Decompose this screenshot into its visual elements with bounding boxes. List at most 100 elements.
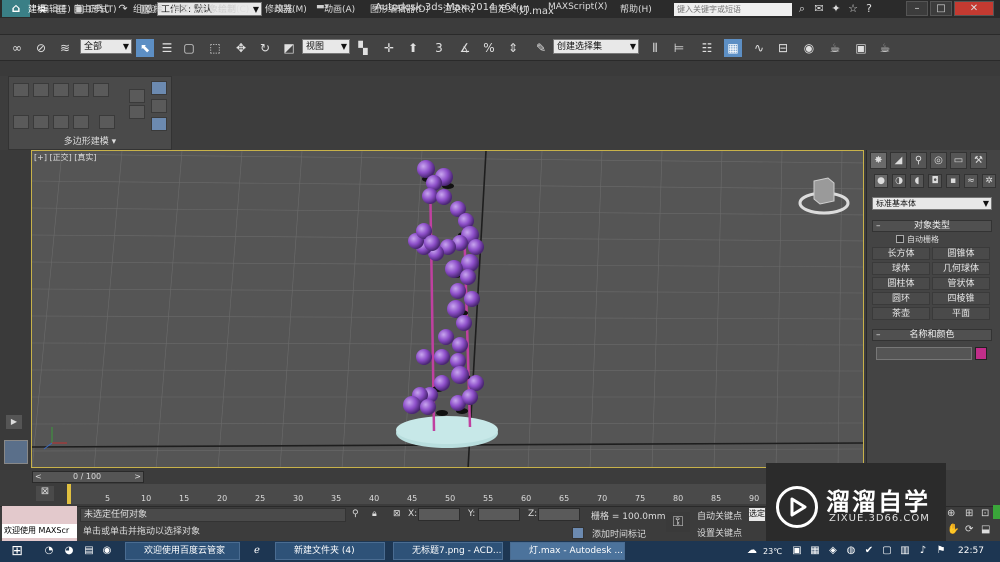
app-logo-icon[interactable]: ⌂ xyxy=(2,0,30,17)
taskbar-item-3dsmax[interactable]: 灯.max - Autodesk ... xyxy=(510,542,625,560)
modify-mode-icon[interactable] xyxy=(129,89,145,103)
tab-populate[interactable]: 填充 xyxy=(275,2,293,15)
tab-create[interactable]: ✸ xyxy=(870,152,887,169)
tube-button[interactable]: 管状体 xyxy=(932,277,990,290)
use-soft-selection-icon[interactable] xyxy=(151,81,167,95)
chrome-icon[interactable]: ◕ xyxy=(62,544,76,558)
menu-views[interactable]: 视图(V) xyxy=(171,2,202,15)
minimize-button[interactable]: – xyxy=(906,1,928,16)
rotate-icon[interactable]: ↻ xyxy=(256,39,274,57)
tab-display[interactable]: ▭ xyxy=(950,152,967,169)
tray-clock[interactable]: 22:57 xyxy=(958,546,984,556)
taskbar-item-folder[interactable]: 新建文件夹 (4) xyxy=(275,542,385,560)
taskbar-item-baidu[interactable]: 欢迎使用百度云管家 xyxy=(125,542,240,560)
z-coordinate-field[interactable] xyxy=(538,508,580,521)
edit-named-sets-icon[interactable]: ✎ xyxy=(532,39,550,57)
perspective-viewport[interactable] xyxy=(31,150,864,468)
tab-hierarchy[interactable]: ⚲ xyxy=(910,152,927,169)
window-crossing-icon[interactable]: ⬚ xyxy=(206,39,224,57)
name-color-rollout[interactable]: – 名称和颜色 xyxy=(872,329,992,341)
element-icon[interactable] xyxy=(99,115,115,129)
search-icon[interactable]: ⌕ xyxy=(795,2,809,16)
maximize-button[interactable]: □ xyxy=(930,1,952,16)
curve-editor-icon[interactable]: ∿ xyxy=(750,39,768,57)
edit-patch-icon[interactable] xyxy=(53,83,69,97)
edit-poly-icon[interactable] xyxy=(13,83,29,97)
angle-snap-icon[interactable]: ∡ xyxy=(456,39,474,57)
schematic-view-icon[interactable]: ⊟ xyxy=(774,39,792,57)
shapes-icon[interactable]: ◑ xyxy=(892,174,906,188)
plane-button[interactable]: 平面 xyxy=(932,307,990,320)
selected-dropdown[interactable]: 选定 xyxy=(749,508,765,521)
close-button[interactable]: ✕ xyxy=(954,1,994,16)
zoom-extents-icon[interactable]: ⊡ xyxy=(981,508,989,519)
border-icon[interactable] xyxy=(53,115,69,129)
add-time-tag[interactable]: 添加时间标记 xyxy=(592,527,646,540)
tab-modify[interactable]: ◢ xyxy=(890,152,907,169)
menu-help[interactable]: 帮助(H) xyxy=(620,2,652,15)
selection-filter-dropdown[interactable]: 全部 ▼ xyxy=(80,39,132,54)
torus-button[interactable]: 圆环 xyxy=(872,292,930,305)
teapot-button[interactable]: 茶壶 xyxy=(872,307,930,320)
named-selection-dropdown[interactable]: 创建选择集 ▼ xyxy=(553,39,639,54)
explorer-icon[interactable]: ▤ xyxy=(82,544,96,558)
menu-rendering[interactable]: 渲染(R) xyxy=(443,2,474,15)
search-input[interactable]: 键入关键字或短语 xyxy=(674,3,792,16)
tab-freeform[interactable]: 自由形式 xyxy=(73,2,109,15)
spacewarps-icon[interactable]: ≈ xyxy=(964,174,978,188)
tray-icon-3[interactable]: ◈ xyxy=(826,544,840,558)
show-end-result-icon[interactable] xyxy=(129,105,145,119)
slider-next-icon[interactable]: > xyxy=(134,472,141,482)
play-script-icon[interactable]: ▶ xyxy=(6,415,22,429)
align-icon[interactable]: ⊨ xyxy=(670,39,688,57)
move-icon[interactable]: ✥ xyxy=(232,39,250,57)
zoom-icon[interactable]: ⊕ xyxy=(947,508,955,519)
redo-icon[interactable]: ↷ xyxy=(116,2,130,16)
orbit-icon[interactable]: ⟳ xyxy=(965,524,973,535)
maxscript-mini-listener[interactable]: 欢迎使用 MAXScr xyxy=(2,524,77,538)
object-category-dropdown[interactable]: 标准基本体 ▼ xyxy=(872,197,992,210)
tab-selection[interactable]: 选择 xyxy=(145,2,163,15)
tab-object-paint[interactable]: 对象绘制 xyxy=(200,2,236,15)
render-setup-icon[interactable]: ☕ xyxy=(826,39,844,57)
menu-customize[interactable]: 自定义(U) xyxy=(489,2,530,15)
help-icon[interactable]: ? xyxy=(862,2,876,16)
stack-icon[interactable] xyxy=(73,83,89,97)
maximize-viewport-icon[interactable]: ⬓ xyxy=(981,524,990,535)
flag-icon[interactable]: ⚑ xyxy=(934,544,948,558)
auto-key-button[interactable]: 自动关键点 xyxy=(697,509,742,522)
ref-coord-dropdown[interactable]: 视图 ▼ xyxy=(302,39,350,54)
link-icon[interactable]: ∞ xyxy=(8,39,26,57)
object-name-field[interactable] xyxy=(876,347,972,360)
lock-selection-icon[interactable]: 🔒︎ xyxy=(372,509,377,519)
browser-icon[interactable]: ◔ xyxy=(42,544,56,558)
percent-snap-icon[interactable]: % xyxy=(480,39,498,57)
speaker-icon[interactable]: ♪ xyxy=(916,544,930,558)
tray-icon-6[interactable]: ▢ xyxy=(880,544,894,558)
menu-maxscript[interactable]: MAXScript(X) xyxy=(548,2,607,12)
communication-icon[interactable]: ✦ xyxy=(829,2,843,16)
tray-icon-5[interactable]: ✔ xyxy=(862,544,876,558)
cameras-icon[interactable]: ◘ xyxy=(928,174,942,188)
select-object-icon[interactable]: ⬉ xyxy=(136,39,154,57)
bind-spacewarp-icon[interactable]: ≋ xyxy=(56,39,74,57)
object-type-rollout[interactable]: – 对象类型 xyxy=(872,220,992,232)
unlink-icon[interactable]: ⊘ xyxy=(32,39,50,57)
tray-icon-2[interactable]: ▦ xyxy=(808,544,822,558)
ie-icon[interactable]: ℯ xyxy=(250,544,264,558)
time-tag-icon[interactable] xyxy=(572,527,584,539)
cone-button[interactable]: 圆锥体 xyxy=(932,247,990,260)
keyboard-shortcut-icon[interactable]: ⬆ xyxy=(404,39,422,57)
time-slider[interactable]: <0 / 100 > xyxy=(32,471,144,483)
box-button[interactable]: 长方体 xyxy=(872,247,930,260)
media-icon[interactable]: ◉ xyxy=(100,544,114,558)
favorites-icon[interactable]: ☆ xyxy=(846,2,860,16)
start-button[interactable]: ⊞ xyxy=(2,541,32,562)
viewport-scene[interactable] xyxy=(32,151,864,468)
viewport-layout-icon[interactable] xyxy=(4,440,28,464)
scale-icon[interactable]: ◩ xyxy=(280,39,298,57)
rect-selection-icon[interactable]: ▢ xyxy=(180,39,198,57)
key-icon[interactable]: ⚿ xyxy=(666,512,690,532)
pan-icon[interactable]: ✋ xyxy=(947,524,959,535)
edge-icon[interactable] xyxy=(33,115,49,129)
